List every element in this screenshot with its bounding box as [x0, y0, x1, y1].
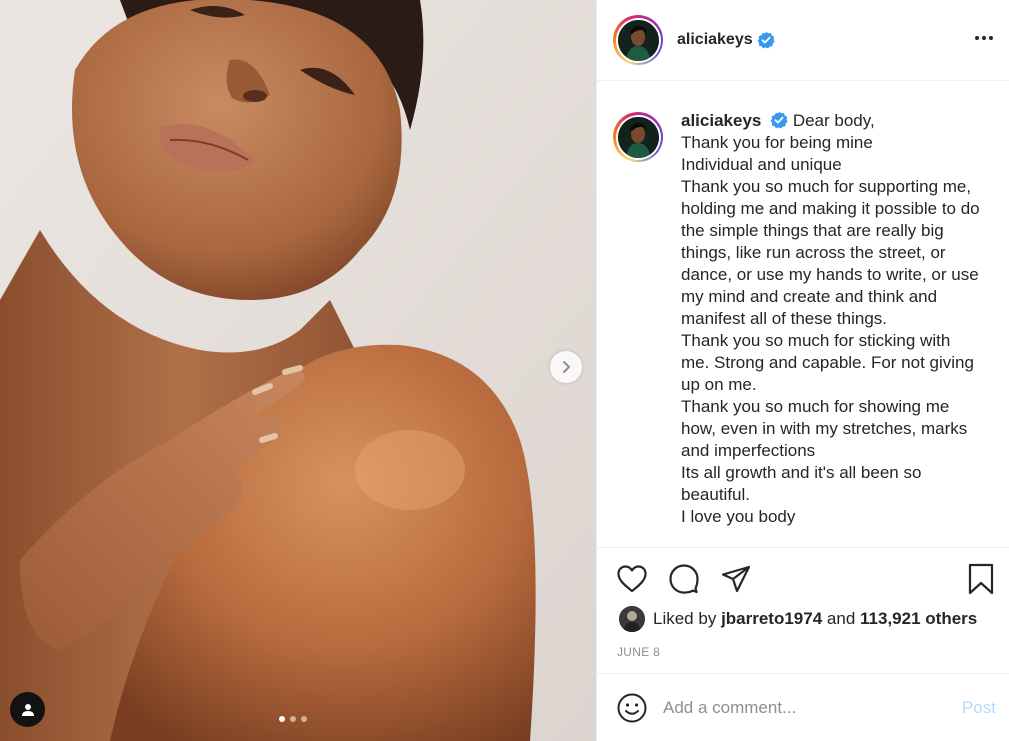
- post-side-panel: aliciakeys aliciakeys Dear body, Thank y…: [596, 0, 1009, 741]
- save-button[interactable]: [964, 562, 998, 596]
- caption-text-block: aliciakeys Dear body, Thank you for bein…: [681, 110, 981, 528]
- chevron-right-icon: [563, 361, 570, 373]
- more-horizontal-icon: [975, 36, 993, 40]
- emoji-button[interactable]: [615, 691, 649, 725]
- person-icon: [21, 703, 34, 716]
- action-bar: [615, 562, 753, 596]
- heart-icon: [617, 565, 647, 593]
- carousel-next-button[interactable]: [550, 351, 582, 383]
- likes-count-link[interactable]: 113,921 others: [860, 609, 977, 629]
- more-options-button[interactable]: [972, 26, 996, 50]
- post-header: aliciakeys: [597, 0, 1009, 81]
- post-media[interactable]: [0, 0, 596, 741]
- post-comment-button[interactable]: Post: [962, 698, 996, 718]
- paper-plane-icon: [721, 565, 751, 593]
- share-button[interactable]: [719, 562, 753, 596]
- caption-username[interactable]: aliciakeys: [681, 111, 761, 130]
- verified-badge-icon: [770, 111, 788, 129]
- likes-prefix: Liked by: [653, 609, 717, 628]
- post-photo: [0, 0, 596, 741]
- avatar: [617, 19, 659, 61]
- post-date[interactable]: JUNE 8: [617, 645, 660, 659]
- like-button[interactable]: [615, 562, 649, 596]
- liker-avatar[interactable]: [619, 606, 645, 632]
- post-author-username[interactable]: aliciakeys: [677, 31, 753, 49]
- caption-body: Dear body, Thank you for being mine Indi…: [681, 111, 980, 526]
- likes-summary: Liked by jbarreto1974 and 113,921 others: [619, 606, 977, 632]
- comment-input[interactable]: [663, 693, 933, 723]
- carousel-dot: [290, 716, 296, 722]
- comments-area[interactable]: aliciakeys Dear body, Thank you for bein…: [597, 82, 1009, 547]
- comment-bubble-icon: [669, 564, 699, 594]
- add-comment-bar: Post: [597, 673, 1009, 741]
- post-actions-section: Liked by jbarreto1974 and 113,921 others…: [597, 547, 1009, 741]
- tagged-users-button[interactable]: [10, 692, 45, 727]
- liker-username[interactable]: jbarreto1974: [721, 609, 822, 629]
- caption-avatar: [617, 116, 659, 158]
- carousel-dot: [279, 716, 285, 722]
- caption-story-ring[interactable]: [613, 112, 663, 162]
- carousel-dot: [301, 716, 307, 722]
- bookmark-icon: [968, 563, 994, 595]
- story-ring[interactable]: [613, 15, 663, 65]
- carousel-indicator: [279, 716, 307, 722]
- smiley-icon: [617, 693, 647, 723]
- caption: aliciakeys Dear body, Thank you for bein…: [613, 110, 994, 528]
- comment-button[interactable]: [667, 562, 701, 596]
- likes-and: and: [826, 609, 856, 628]
- verified-badge-icon: [757, 31, 775, 49]
